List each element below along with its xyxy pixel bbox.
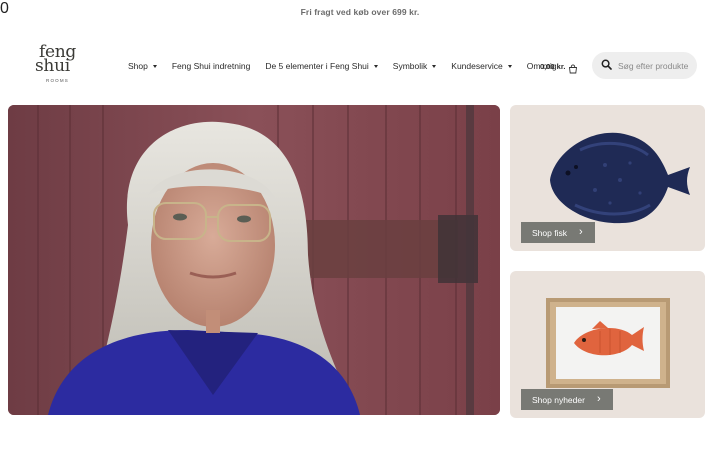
nav-item-label: Symbolik <box>392 61 428 71</box>
nav-item-5-elementer[interactable]: De 5 elementer i Feng Shui <box>265 61 378 71</box>
caret-down-icon <box>507 64 512 68</box>
hero-photo <box>8 105 500 415</box>
shop-news-button[interactable]: Shop nyheder › <box>521 389 613 410</box>
chevron-right-icon: › <box>578 226 583 238</box>
shop-news-label: Shop nyheder <box>532 394 585 405</box>
caret-down-icon <box>432 64 437 68</box>
search-input[interactable] <box>618 60 688 71</box>
announcement-bar: Fri fragt ved køb over 699 kr. <box>0 0 720 24</box>
fish-category-card[interactable]: Shop fisk › <box>510 105 705 251</box>
logo-line-2: shui <box>35 56 70 76</box>
nav-item-label: De 5 elementer i Feng Shui <box>265 61 369 71</box>
nav-item-label: Kundeservice <box>451 61 503 71</box>
nav-item-feng-shui-indretning[interactable]: Feng Shui indretning <box>172 61 250 71</box>
shop-fish-button[interactable]: Shop fisk › <box>521 222 595 243</box>
cart-amount: 0,00 kr. <box>540 61 566 71</box>
shop-fish-label: Shop fisk <box>532 227 567 238</box>
announcement-text: Fri fragt ved køb over 699 kr. <box>300 7 420 17</box>
nav-item-symbolik[interactable]: Symbolik <box>392 61 437 71</box>
shopping-bag-icon <box>568 61 578 74</box>
logo-line-3: ROOMS <box>46 78 70 83</box>
cart-button[interactable]: 0,00 kr. <box>540 58 578 74</box>
nav-item-kundeservice[interactable]: Kundeservice <box>451 61 512 71</box>
chevron-right-icon: › <box>596 393 601 405</box>
search-icon[interactable] <box>601 57 612 75</box>
caret-down-icon <box>152 64 157 68</box>
nav-item-label: Feng Shui indretning <box>171 61 251 71</box>
search-bar[interactable] <box>592 52 697 79</box>
nav-item-shop[interactable]: Shop <box>128 61 157 71</box>
nav-item-label: Shop <box>128 61 148 71</box>
main-nav: Shop Feng Shui indretning De 5 elementer… <box>128 57 557 75</box>
site-logo[interactable]: feng shui ROOMS <box>30 44 94 88</box>
news-category-card[interactable]: Shop nyheder › <box>510 271 705 418</box>
caret-down-icon <box>373 64 378 68</box>
